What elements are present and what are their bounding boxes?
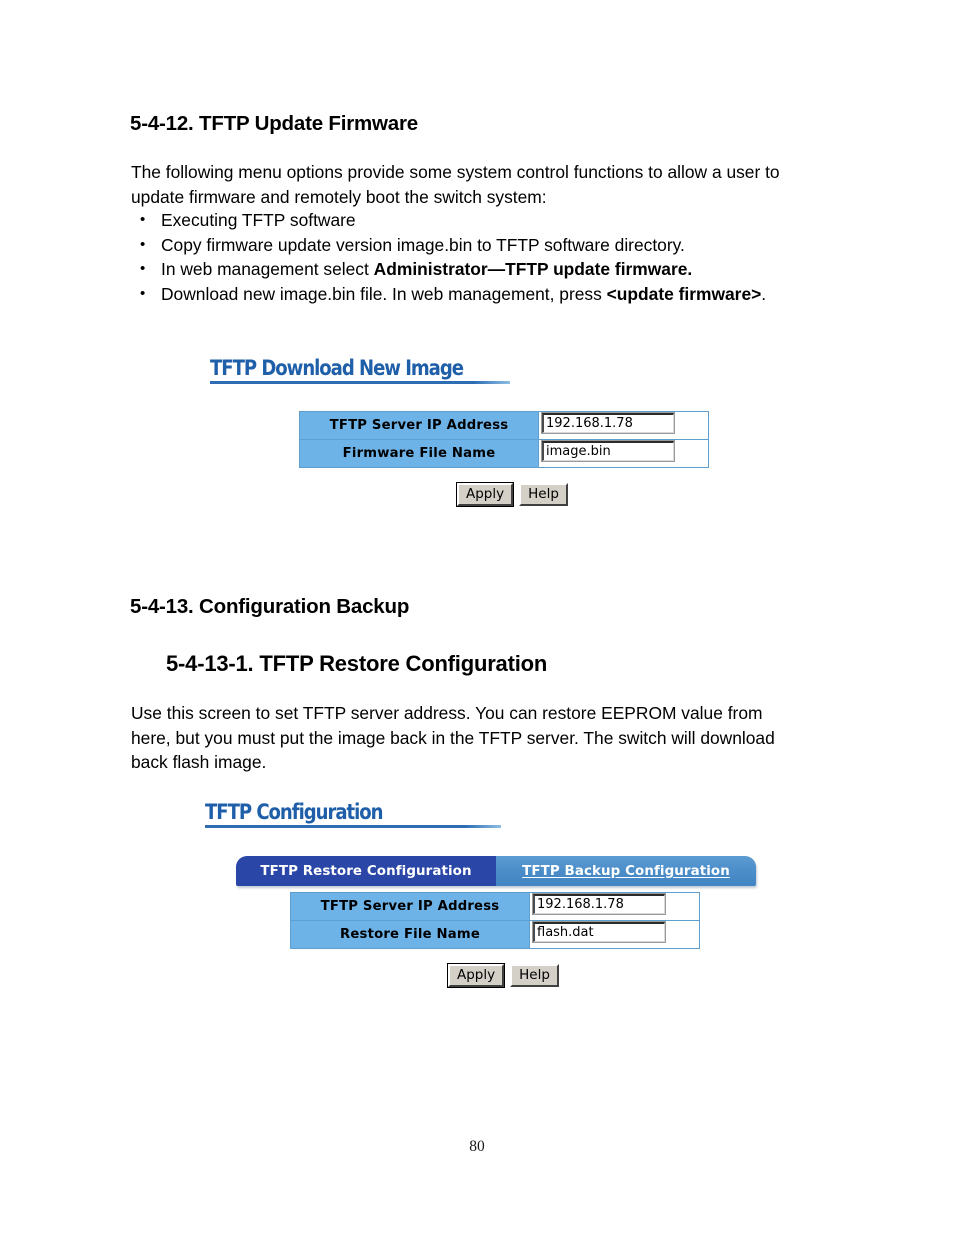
tftp-restore-button-row: Apply Help — [448, 964, 785, 987]
section-intro-paragraph-2: Use this screen to set TFTP server addre… — [131, 703, 775, 772]
help-button[interactable]: Help — [519, 483, 568, 506]
panel-title: TFTP Download New Image — [210, 356, 464, 380]
tftp-configuration-title-block: TFTP Configuration — [205, 800, 501, 828]
list-item: • Executing TFTP software — [131, 208, 831, 233]
list-item: • In web management select Administrator… — [131, 257, 831, 282]
bullet-icon: • — [140, 235, 146, 253]
section-heading-5-4-12: 5-4-12. TFTP Update Firmware — [130, 112, 418, 135]
title-underline-rule — [205, 825, 501, 828]
tftp-firmware-form-table: TFTP Server IP Address 192.168.1.78 Firm… — [299, 411, 709, 468]
field-cell-restore-file-name: flash.dat — [529, 920, 700, 949]
list-item-text-emphasis: <update firmware> — [606, 283, 762, 304]
subsection-heading-5-4-13-1: 5-4-13-1. TFTP Restore Configuration — [166, 651, 548, 676]
field-label-restore-file-name: Restore File Name — [290, 920, 530, 949]
table-row: Restore File Name flash.dat — [290, 920, 700, 949]
tftp-firmware-button-row: Apply Help — [457, 483, 770, 506]
field-cell-tftp-server-ip: 192.168.1.78 — [538, 411, 709, 440]
tftp-configuration-panel: TFTP Configuration TFTP Restore Configur… — [205, 800, 785, 987]
panel-title: TFTP Configuration — [205, 800, 384, 824]
field-label-firmware-file-name: Firmware File Name — [299, 439, 539, 468]
bullet-icon: • — [140, 284, 146, 302]
list-item-text: Copy firmware update version image.bin t… — [161, 234, 685, 255]
tftp-restore-form-table: TFTP Server IP Address 192.168.1.78 Rest… — [290, 892, 700, 949]
bullet-icon: • — [140, 260, 146, 277]
list-item-text-tail: . — [761, 283, 767, 304]
tftp-configuration-tab-bar: TFTP Restore Configuration TFTP Backup C… — [236, 856, 756, 886]
tftp-download-new-image-panel: TFTP Download New Image TFTP Server IP A… — [210, 356, 770, 506]
list-item: • Copy firmware update version image.bin… — [131, 233, 831, 258]
tab-tftp-backup-configuration[interactable]: TFTP Backup Configuration — [496, 856, 756, 886]
table-row: TFTP Server IP Address 192.168.1.78 — [299, 411, 709, 440]
page-number: 80 — [469, 1138, 485, 1155]
bullet-icon: • — [140, 211, 146, 228]
list-item-text-emphasis: Administrator—TFTP update firmware. — [373, 259, 693, 279]
field-cell-firmware-file-name: image.bin — [538, 439, 709, 468]
tab-tftp-restore-configuration[interactable]: TFTP Restore Configuration — [236, 856, 496, 886]
table-row: Firmware File Name image.bin — [299, 439, 709, 468]
field-cell-tftp-server-ip: 192.168.1.78 — [529, 892, 700, 921]
help-button[interactable]: Help — [510, 964, 559, 987]
section-heading-5-4-13: 5-4-13. Configuration Backup — [130, 595, 410, 618]
apply-button[interactable]: Apply — [457, 483, 514, 506]
apply-button[interactable]: Apply — [448, 964, 505, 987]
firmware-steps-list: • Executing TFTP software • Copy firmwar… — [131, 208, 831, 306]
field-label-tftp-server-ip: TFTP Server IP Address — [290, 892, 530, 921]
list-item-text: Executing TFTP software — [161, 210, 356, 230]
section-intro-paragraph-1: The following menu options provide some … — [131, 162, 780, 207]
document-page: 5-4-12. TFTP Update Firmware The followi… — [0, 0, 954, 1235]
firmware-file-name-input[interactable]: image.bin — [541, 440, 675, 462]
title-underline-rule — [210, 381, 510, 384]
tftp-download-title-block: TFTP Download New Image — [210, 356, 510, 384]
table-row: TFTP Server IP Address 192.168.1.78 — [290, 892, 700, 921]
tftp-server-ip-input[interactable]: 192.168.1.78 — [541, 412, 675, 434]
restore-file-name-input[interactable]: flash.dat — [532, 921, 666, 943]
list-item-text-lead: In web management select — [161, 259, 374, 279]
field-label-tftp-server-ip: TFTP Server IP Address — [299, 411, 539, 440]
tftp-server-ip-input[interactable]: 192.168.1.78 — [532, 893, 666, 915]
list-item: • Download new image.bin file. In web ma… — [131, 282, 801, 307]
list-item-text-lead: Download new image.bin file. In web mana… — [161, 283, 607, 304]
